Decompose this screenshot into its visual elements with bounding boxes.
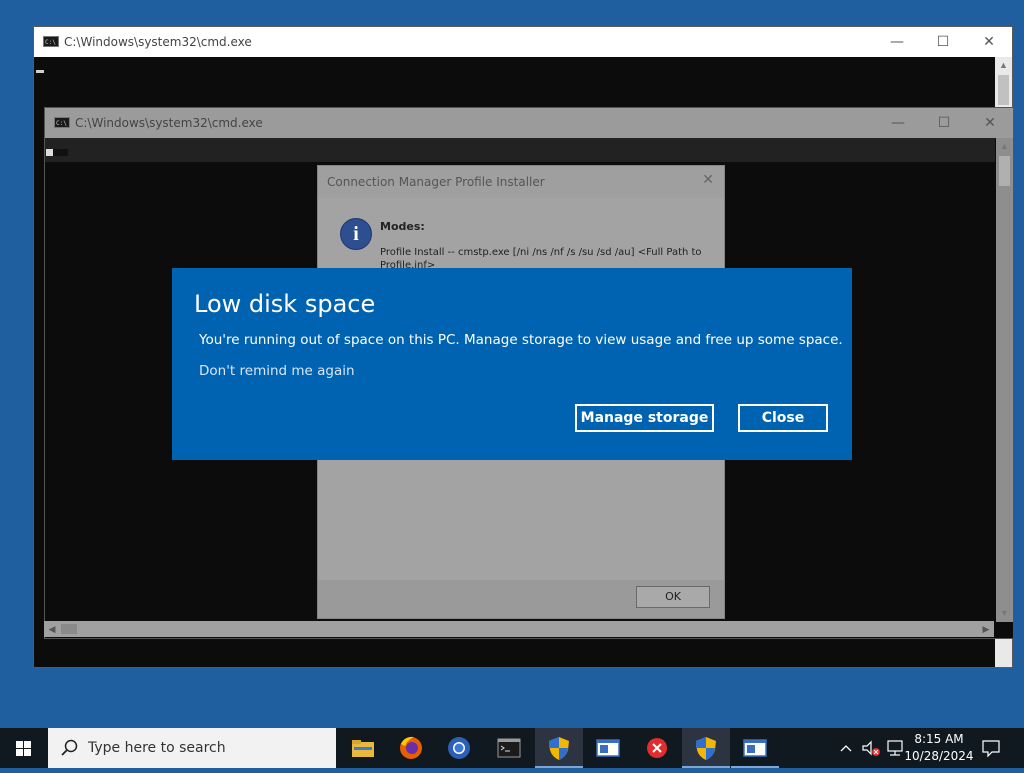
window-app-icon [596, 739, 620, 757]
taskbar-uac-app-2[interactable] [682, 728, 730, 768]
firefox-icon [400, 736, 422, 759]
file-explorer-icon [352, 740, 374, 757]
search-box[interactable]: Type here to search [48, 728, 336, 768]
cmd-window-1-title: C:\Windows\system32\cmd.exe [64, 35, 252, 49]
cmd-window-2-horizontal-scrollbar[interactable]: ◀ ▶ [44, 621, 994, 637]
taskbar-chrome[interactable] [435, 728, 483, 768]
ok-button[interactable]: OK [636, 586, 710, 608]
scroll-up-arrow-icon[interactable]: ▲ [995, 57, 1012, 74]
action-center-button[interactable] [980, 737, 1002, 763]
scroll-up-arrow-icon[interactable]: ▲ [996, 138, 1013, 155]
taskbar-file-explorer[interactable] [339, 728, 387, 768]
search-icon [61, 739, 78, 756]
text-cursor [46, 149, 68, 156]
low-disk-space-notification: Low disk space You're running out of spa… [172, 268, 852, 460]
scroll-left-arrow-icon[interactable]: ◀ [44, 621, 60, 637]
minimize-button[interactable]: — [874, 27, 920, 57]
notification-icon [982, 740, 1000, 758]
taskbar-firefox[interactable] [387, 728, 435, 768]
profile-installer-close-button[interactable]: ✕ [702, 172, 714, 188]
cmd-window-2-vertical-scrollbar[interactable]: ▲ ▼ [996, 138, 1013, 622]
cmd-window-2-titlebar[interactable]: C:\ C:\Windows\system32\cmd.exe — ☐ ✕ [45, 108, 1013, 138]
taskbar-command-prompt[interactable] [485, 728, 533, 768]
cmd-window-1-titlebar[interactable]: C:\ C:\Windows\system32\cmd.exe — ☐ ✕ [34, 27, 1012, 57]
cmd-app-icon: C:\ [54, 117, 70, 128]
console-output-band [45, 138, 995, 162]
cmd-app-icon: C:\ [43, 36, 59, 47]
scroll-right-arrow-icon[interactable]: ▶ [978, 621, 994, 637]
text-cursor [36, 70, 44, 73]
volume-muted-icon [862, 740, 880, 756]
scroll-thumb[interactable] [999, 156, 1010, 186]
maximize-button[interactable]: ☐ [920, 27, 966, 57]
taskbar: Type here to search 8:15 AM 10/28/2024 [0, 728, 1024, 768]
windows-logo-icon [16, 741, 31, 756]
taskbar-window-app-2[interactable] [731, 728, 779, 768]
close-button[interactable]: ✕ [967, 108, 1013, 138]
taskbar-window-app-1[interactable] [584, 728, 632, 768]
show-hidden-icons-button[interactable] [838, 738, 854, 762]
volume-button[interactable] [860, 738, 882, 762]
chevron-up-icon [840, 745, 852, 752]
close-notification-button[interactable]: Close [738, 404, 828, 432]
window-app-icon [743, 739, 767, 757]
profile-installer-title: Connection Manager Profile Installer [327, 175, 545, 189]
error-app-icon [647, 738, 667, 758]
clock-date: 10/28/2024 [904, 749, 974, 763]
search-placeholder: Type here to search [88, 740, 226, 756]
uac-shield-icon [696, 737, 716, 760]
notification-title: Low disk space [194, 290, 376, 318]
scroll-thumb[interactable] [61, 624, 77, 634]
maximize-button[interactable]: ☐ [921, 108, 967, 138]
cmd-window-2-title: C:\Windows\system32\cmd.exe [75, 116, 263, 130]
manage-storage-button[interactable]: Manage storage [575, 404, 714, 432]
taskbar-clock[interactable]: 8:15 AM 10/28/2024 [900, 731, 978, 765]
info-icon: i [340, 218, 372, 250]
scroll-down-arrow-icon[interactable]: ▼ [996, 605, 1013, 622]
scroll-thumb[interactable] [998, 75, 1009, 105]
chrome-icon [448, 737, 470, 759]
start-button[interactable] [0, 728, 48, 768]
taskbar-uac-app-1[interactable] [535, 728, 583, 768]
command-prompt-icon [497, 738, 521, 758]
taskbar-error-app[interactable] [633, 728, 681, 768]
close-button[interactable]: ✕ [966, 27, 1012, 57]
uac-shield-icon [549, 737, 569, 760]
minimize-button[interactable]: — [875, 108, 921, 138]
modes-label: Modes: [380, 220, 425, 233]
dont-remind-link[interactable]: Don't remind me again [199, 363, 355, 379]
notification-message: You're running out of space on this PC. … [199, 332, 843, 348]
clock-time: 8:15 AM [914, 732, 964, 746]
